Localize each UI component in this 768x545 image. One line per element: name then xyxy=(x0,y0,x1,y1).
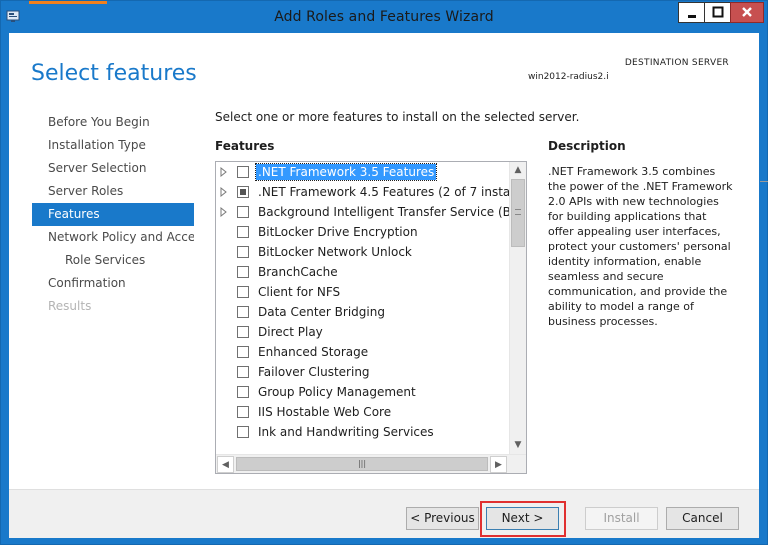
wizard-window: Add Roles and Features Wizard Select fea… xyxy=(0,0,768,545)
close-button[interactable] xyxy=(730,2,764,23)
scroll-down-icon[interactable]: ▼ xyxy=(510,437,526,454)
feature-row[interactable]: .NET Framework 4.5 Features (2 of 7 inst… xyxy=(216,182,509,202)
feature-row[interactable]: IIS Hostable Web Core xyxy=(216,402,509,422)
nav-item-role-services[interactable]: Role Services xyxy=(32,249,194,272)
feature-row[interactable]: Data Center Bridging xyxy=(216,302,509,322)
feature-label[interactable]: Ink and Handwriting Services xyxy=(256,424,436,440)
feature-row[interactable]: .NET Framework 3.5 Features xyxy=(216,162,509,182)
feature-row[interactable]: Background Intelligent Transfer Service … xyxy=(216,202,509,222)
scroll-left-icon[interactable]: ◀ xyxy=(217,456,234,473)
feature-row[interactable]: BitLocker Drive Encryption xyxy=(216,222,509,242)
feature-checkbox[interactable] xyxy=(237,386,249,398)
feature-row[interactable]: BitLocker Network Unlock xyxy=(216,242,509,262)
feature-label[interactable]: .NET Framework 4.5 Features (2 of 7 inst… xyxy=(256,184,509,200)
features-list-rows: .NET Framework 3.5 Features .NET Framewor… xyxy=(216,162,509,454)
minimize-icon xyxy=(687,15,696,18)
destination-server-name: win2012-radius2.i xyxy=(528,72,609,82)
cancel-button[interactable]: Cancel xyxy=(666,507,739,530)
features-heading: Features xyxy=(215,139,275,153)
title-accent-strip xyxy=(29,1,107,4)
feature-row[interactable]: Direct Play xyxy=(216,322,509,342)
feature-label[interactable]: .NET Framework 3.5 Features xyxy=(254,163,438,181)
features-list[interactable]: .NET Framework 3.5 Features .NET Framewor… xyxy=(215,161,527,474)
feature-label[interactable]: Client for NFS xyxy=(256,284,342,300)
maximize-button[interactable] xyxy=(704,2,731,23)
feature-label[interactable]: Data Center Bridging xyxy=(256,304,387,320)
title-bar[interactable]: Add Roles and Features Wizard xyxy=(1,1,767,33)
feature-checkbox[interactable] xyxy=(237,326,249,338)
expand-arrow-icon[interactable] xyxy=(220,167,228,177)
feature-checkbox[interactable] xyxy=(237,426,249,438)
feature-row[interactable]: Enhanced Storage xyxy=(216,342,509,362)
install-button: Install xyxy=(585,507,658,530)
feature-row[interactable]: Group Policy Management xyxy=(216,382,509,402)
scroll-up-icon[interactable]: ▲ xyxy=(510,162,526,179)
feature-row[interactable]: Client for NFS xyxy=(216,282,509,302)
nav-item-installation-type[interactable]: Installation Type xyxy=(32,134,194,157)
nav-item-confirmation[interactable]: Confirmation xyxy=(32,272,194,295)
feature-label[interactable]: BranchCache xyxy=(256,264,340,280)
destination-server-label: DESTINATION SERVER xyxy=(624,58,729,68)
maximize-icon xyxy=(712,6,723,18)
horizontal-scroll-thumb[interactable]: ||| xyxy=(236,457,488,471)
feature-label[interactable]: BitLocker Drive Encryption xyxy=(256,224,420,240)
minimize-button[interactable] xyxy=(678,2,705,23)
feature-checkbox[interactable] xyxy=(237,246,249,258)
feature-checkbox[interactable] xyxy=(237,166,249,178)
page-title: Select features xyxy=(31,61,197,86)
expand-arrow-icon[interactable] xyxy=(220,187,228,197)
next-button[interactable]: Next > xyxy=(486,507,559,530)
description-text: .NET Framework 3.5 combines the power of… xyxy=(548,165,733,328)
feature-checkbox[interactable] xyxy=(237,306,249,318)
feature-checkbox[interactable] xyxy=(237,406,249,418)
feature-row[interactable]: Ink and Handwriting Services xyxy=(216,422,509,442)
feature-label[interactable]: Background Intelligent Transfer Service … xyxy=(256,204,509,220)
feature-row[interactable]: BranchCache xyxy=(216,262,509,282)
feature-checkbox[interactable] xyxy=(237,186,249,198)
nav-item-server-selection[interactable]: Server Selection xyxy=(32,157,194,180)
wizard-nav: Before You Begin Installation Type Serve… xyxy=(32,111,194,318)
instruction-text: Select one or more features to install o… xyxy=(215,110,580,124)
nav-item-results: Results xyxy=(48,299,92,313)
description-heading: Description xyxy=(548,139,626,153)
horizontal-scrollbar[interactable]: ◀ ||| ▶ xyxy=(216,454,526,473)
feature-checkbox[interactable] xyxy=(237,286,249,298)
feature-checkbox[interactable] xyxy=(237,266,249,278)
feature-checkbox[interactable] xyxy=(237,206,249,218)
vertical-scrollbar[interactable]: ▲ ▼ xyxy=(509,162,526,454)
nav-item-network-policy[interactable]: Network Policy and Acces... xyxy=(32,226,194,249)
previous-button[interactable]: < Previous xyxy=(406,507,479,530)
feature-label[interactable]: Enhanced Storage xyxy=(256,344,370,360)
feature-row[interactable]: Failover Clustering xyxy=(216,362,509,382)
feature-label[interactable]: Failover Clustering xyxy=(256,364,372,380)
feature-label[interactable]: IIS Hostable Web Core xyxy=(256,404,393,420)
nav-item-server-roles[interactable]: Server Roles xyxy=(32,180,194,203)
nav-item-before-you-begin[interactable]: Before You Begin xyxy=(32,111,194,134)
scroll-grip-icon xyxy=(515,209,521,215)
feature-label[interactable]: Group Policy Management xyxy=(256,384,418,400)
wizard-footer: < Previous Next > Install Cancel xyxy=(9,489,759,538)
close-icon xyxy=(742,7,752,17)
feature-label[interactable]: Direct Play xyxy=(256,324,325,340)
feature-checkbox[interactable] xyxy=(237,226,249,238)
feature-label[interactable]: BitLocker Network Unlock xyxy=(256,244,414,260)
wizard-client-area: Select features DESTINATION SERVER win20… xyxy=(9,33,759,538)
expand-arrow-icon[interactable] xyxy=(220,207,228,217)
scroll-right-icon[interactable]: ▶ xyxy=(490,456,507,473)
window-title: Add Roles and Features Wizard xyxy=(274,9,494,25)
edge-divider xyxy=(760,181,768,182)
feature-checkbox[interactable] xyxy=(237,346,249,358)
nav-item-features[interactable]: Features xyxy=(32,203,194,226)
feature-checkbox[interactable] xyxy=(237,366,249,378)
vertical-scroll-thumb[interactable] xyxy=(511,179,525,247)
